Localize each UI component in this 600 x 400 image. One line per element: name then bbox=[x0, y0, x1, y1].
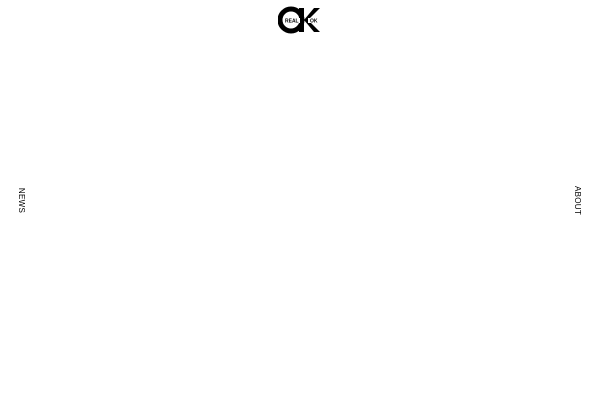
ok-monogram-icon: REAL OK bbox=[278, 6, 320, 34]
logo-left-text: REAL bbox=[285, 18, 299, 24]
left-side-nav: NEWS bbox=[10, 0, 34, 400]
logo-right-text: OK bbox=[310, 18, 318, 24]
brand-logo[interactable]: REAL OK bbox=[278, 6, 322, 34]
about-link[interactable]: ABOUT bbox=[574, 185, 583, 214]
right-side-nav: ABOUT bbox=[566, 0, 590, 400]
page: REAL OK NEWS ABOUT bbox=[0, 0, 600, 400]
news-link[interactable]: NEWS bbox=[18, 187, 27, 212]
